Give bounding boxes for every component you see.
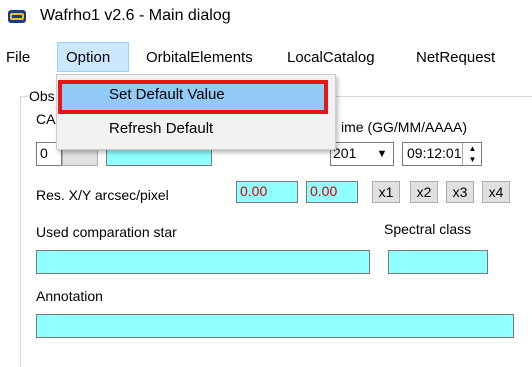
spin-down-icon[interactable]: ▼ <box>462 154 482 165</box>
time-value: 09:12:01 <box>407 145 462 161</box>
menu-net-request[interactable]: NetRequest <box>416 49 495 66</box>
zoom-x1-button[interactable]: x1 <box>372 181 400 203</box>
menu-item-refresh-default[interactable]: Refresh Default <box>109 120 213 137</box>
highlight-annotation-box <box>58 80 328 114</box>
zoom-x4-button[interactable]: x4 <box>482 181 510 203</box>
menu-local-catalog[interactable]: LocalCatalog <box>287 49 375 66</box>
spin-up-icon[interactable]: ▲ <box>462 143 482 154</box>
used-star-label: Used comparation star <box>36 224 177 240</box>
ca-label: CA <box>36 111 56 127</box>
annotation-field[interactable] <box>36 314 514 338</box>
annotation-label: Annotation <box>36 288 103 304</box>
zoom-x3-button[interactable]: x3 <box>446 181 474 203</box>
window-title: Wafrho1 v2.6 - Main dialog <box>40 7 231 24</box>
res-y-field[interactable]: 0.00 <box>306 181 358 203</box>
chevron-down-icon[interactable]: ▼ <box>372 143 392 165</box>
res-x-field[interactable]: 0.00 <box>236 181 298 203</box>
resolution-label: Res. X/Y arcsec/pixel <box>36 187 169 203</box>
spectral-class-label: Spectral class <box>384 221 472 237</box>
used-star-field[interactable] <box>36 250 370 274</box>
menu-option[interactable]: Option <box>66 49 110 66</box>
menu-orbital-elements[interactable]: OrbitalElements <box>146 49 253 66</box>
zoom-x2-button[interactable]: x2 <box>410 181 438 203</box>
date-combo-value: 201 <box>333 145 357 161</box>
spectral-class-field[interactable] <box>388 250 488 274</box>
groupbox-label: Obs <box>28 88 56 104</box>
menu-file[interactable]: File <box>6 49 30 66</box>
app-logo-icon[interactable] <box>8 10 26 23</box>
left-combo-value: 0 <box>40 145 48 161</box>
date-time-label: ime (GG/MM/AAAA) <box>341 119 468 135</box>
